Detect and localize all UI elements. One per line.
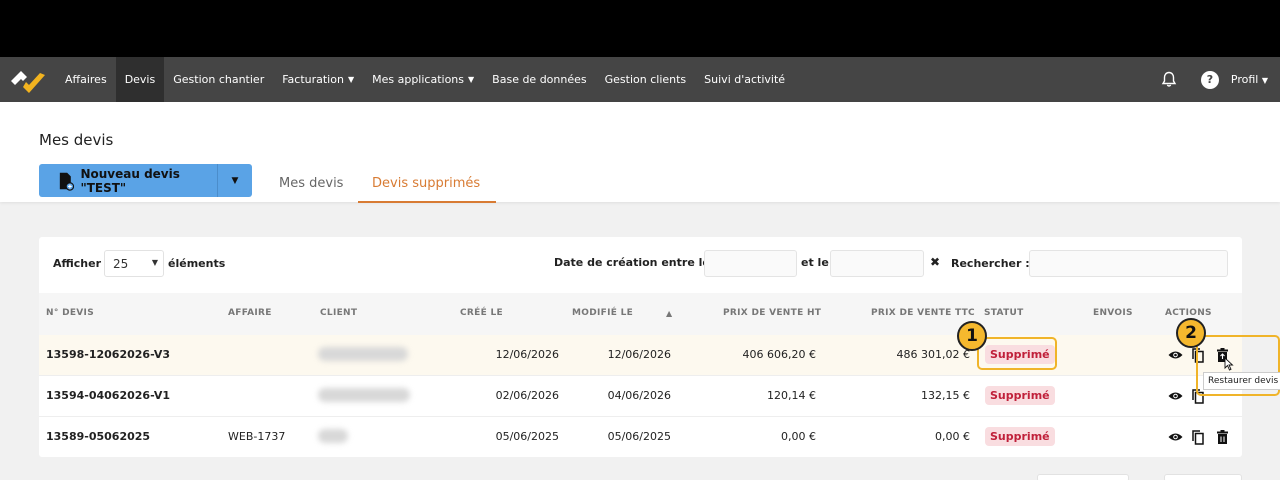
cell-modifie: 05/06/2025: [607, 430, 671, 443]
cell-prix-ht: 0,00 €: [781, 430, 816, 443]
cell-prix-ht: 120,14 €: [767, 389, 816, 402]
active-tab-indicator: [358, 201, 496, 203]
chevron-down-icon: ▼: [347, 75, 355, 84]
page-title: Mes devis: [39, 131, 114, 149]
date-to-input[interactable]: [830, 250, 924, 277]
table-header: N° DEVIS AFFAIRE CLIENT CRÉÉ LE MODIFIÉ …: [39, 293, 1242, 335]
restore-tooltip: Restaurer devis: [1203, 372, 1280, 390]
cell-prix-ttc: 0,00 €: [935, 430, 970, 443]
page-size-select[interactable]: 25 ▼: [104, 250, 164, 277]
chevron-down-icon: ▼: [151, 258, 158, 267]
table-row[interactable]: 13598-12062026-V3 12/06/2026 12/06/2026 …: [39, 335, 1242, 376]
trash-icon[interactable]: [1217, 429, 1228, 445]
chevron-down-icon: ▼: [1261, 76, 1268, 85]
tab-devis-supprimes[interactable]: Devis supprimés: [372, 176, 480, 191]
nav-devis[interactable]: Devis: [115, 57, 165, 102]
cell-num: 13598-12062026-V3: [46, 348, 170, 361]
logo-icon[interactable]: [0, 57, 56, 102]
show-label: Afficher: [53, 257, 102, 270]
cell-prix-ttc: 486 301,02 €: [896, 348, 970, 361]
cell-prix-ttc: 132,15 €: [921, 389, 970, 402]
bell-icon[interactable]: [1149, 71, 1189, 88]
date-range-label: Date de création entre le: [554, 256, 710, 269]
nav-base-de-donnees[interactable]: Base de données: [483, 57, 595, 102]
caret-down-icon: ▼: [231, 175, 239, 186]
nav-mes-applications[interactable]: Mes applications ▼: [363, 57, 483, 102]
col-prix-ht[interactable]: PRIX DE VENTE HT: [723, 308, 821, 318]
help-icon[interactable]: ?: [1200, 70, 1219, 89]
pagination-next[interactable]: [1164, 474, 1242, 480]
annotation-marker-1: 1: [957, 321, 987, 351]
col-prix-ttc[interactable]: PRIX DE VENTE TTC: [871, 308, 975, 318]
table-row[interactable]: 13594-04062026-V1 02/06/2026 04/06/2026 …: [39, 376, 1242, 417]
annotation-box-1: [977, 337, 1057, 370]
chevron-down-icon: ▼: [468, 75, 475, 84]
status-badge: Supprimé: [985, 427, 1055, 446]
nav-gestion-chantier[interactable]: Gestion chantier: [164, 57, 273, 102]
col-modifie-le[interactable]: MODIFIÉ LE: [572, 308, 633, 318]
table-filters: Afficher 25 ▼ éléments Date de création …: [39, 237, 1242, 293]
elements-label: éléments: [168, 257, 226, 270]
new-quote-button[interactable]: Nouveau devis "TEST" ▼: [39, 164, 252, 197]
status-badge: Supprimé: [985, 386, 1055, 405]
nav-suivi-activite[interactable]: Suivi d'activité: [695, 57, 794, 102]
date-and-label: et le: [801, 256, 829, 269]
eye-icon[interactable]: [1168, 388, 1183, 404]
page-size-value: 25: [113, 257, 129, 271]
nav-facturation[interactable]: Facturation ▼: [273, 57, 363, 102]
col-envois[interactable]: ENVOIS: [1093, 308, 1133, 318]
col-num-devis[interactable]: N° DEVIS: [46, 308, 94, 318]
cell-client-blurred: [318, 388, 410, 402]
sort-asc-icon[interactable]: ▲: [666, 309, 672, 318]
cell-client-blurred: [318, 347, 408, 361]
main-navbar: Affaires Devis Gestion chantier Facturat…: [0, 57, 1280, 102]
cell-modifie: 12/06/2026: [607, 348, 671, 361]
tab-mes-devis[interactable]: Mes devis: [279, 176, 343, 191]
table-row[interactable]: 13589-05062025 WEB-1737 05/06/2025 05/06…: [39, 417, 1242, 458]
cell-prix-ht: 406 606,20 €: [742, 348, 816, 361]
cell-cree: 12/06/2026: [495, 348, 559, 361]
nav-affaires[interactable]: Affaires: [56, 57, 116, 102]
search-label: Rechercher :: [951, 257, 1030, 270]
col-statut[interactable]: STATUT: [984, 308, 1024, 318]
col-actions: ACTIONS: [1165, 308, 1212, 318]
cell-modifie: 04/06/2026: [607, 389, 671, 402]
annotation-marker-2: 2: [1176, 318, 1206, 348]
search-input[interactable]: [1029, 250, 1228, 277]
profile-menu[interactable]: Profil ▼: [1231, 73, 1268, 86]
new-quote-dropdown-toggle[interactable]: ▼: [217, 164, 252, 197]
clear-dates-icon[interactable]: ✖: [930, 255, 940, 269]
cell-cree: 05/06/2025: [495, 430, 559, 443]
cell-client-blurred: [318, 429, 348, 443]
file-icon: [59, 172, 75, 191]
cell-num: 13594-04062026-V1: [46, 389, 170, 402]
eye-icon[interactable]: [1168, 347, 1183, 363]
copy-icon[interactable]: [1192, 429, 1204, 445]
new-quote-label: Nouveau devis "TEST": [80, 166, 180, 195]
mouse-cursor-icon: [1224, 356, 1234, 375]
page-header: Mes devis Nouveau devis "TEST" ▼ Mes dev…: [0, 102, 1280, 203]
eye-icon[interactable]: [1168, 429, 1183, 445]
date-from-input[interactable]: [704, 250, 797, 277]
quotes-table-card: Afficher 25 ▼ éléments Date de création …: [39, 237, 1242, 457]
cell-affaire: WEB-1737: [228, 430, 286, 443]
cell-num: 13589-05062025: [46, 430, 151, 443]
nav-gestion-clients[interactable]: Gestion clients: [596, 57, 696, 102]
col-affaire[interactable]: AFFAIRE: [228, 308, 272, 318]
screen-top-bar: [0, 0, 1280, 57]
new-quote-main[interactable]: Nouveau devis "TEST": [39, 164, 217, 197]
pagination-prev[interactable]: [1037, 474, 1129, 480]
col-client[interactable]: CLIENT: [320, 308, 357, 318]
cell-cree: 02/06/2026: [495, 389, 559, 402]
col-cree-le[interactable]: CRÉÉ LE: [460, 308, 503, 318]
